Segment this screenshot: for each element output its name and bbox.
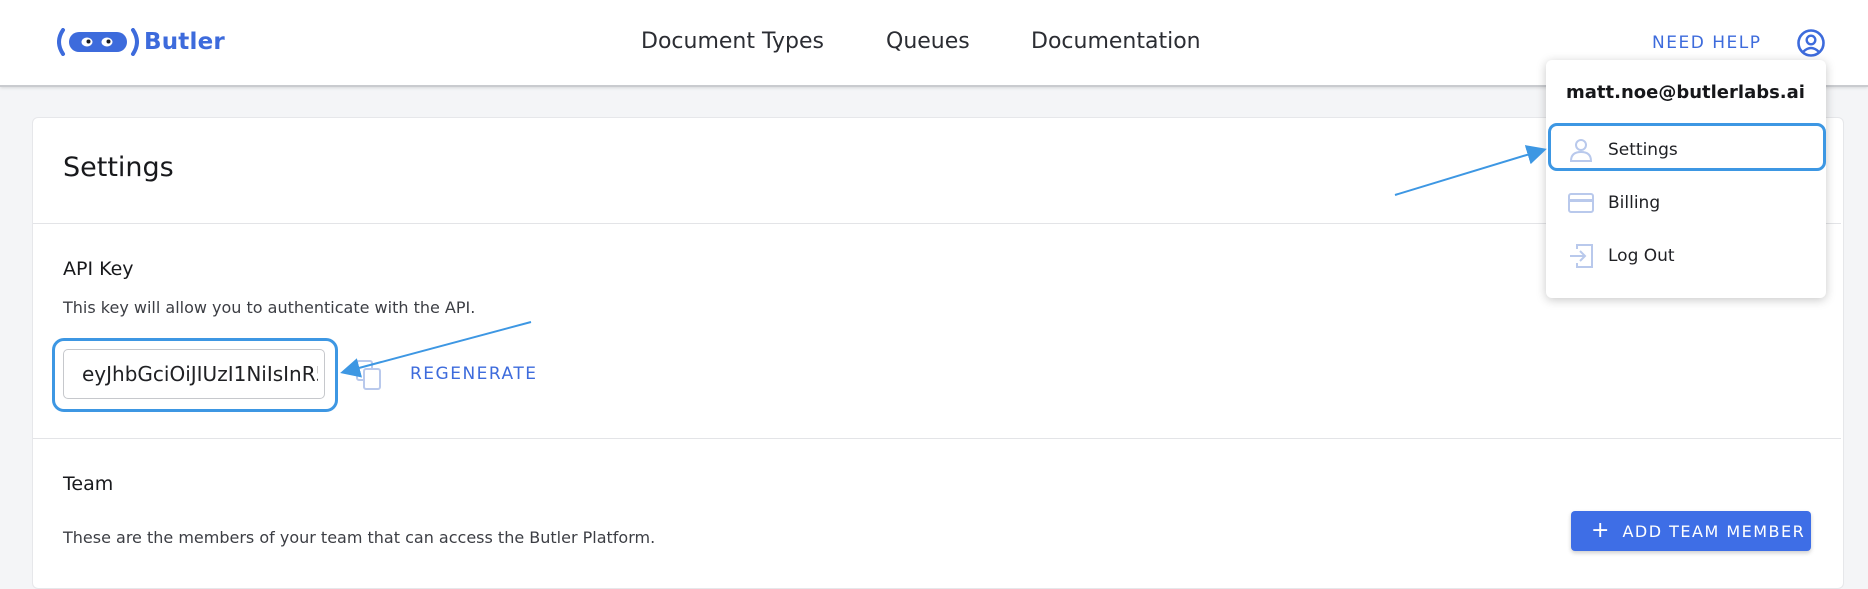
team-description: These are the members of your team that … — [63, 528, 656, 547]
credit-card-icon — [1568, 193, 1594, 213]
user-circle-icon[interactable] — [1796, 28, 1826, 58]
nav-documentation[interactable]: Documentation — [1031, 29, 1201, 54]
add-team-member-button[interactable]: + ADD TEAM MEMBER — [1571, 511, 1811, 551]
nav-queues[interactable]: Queues — [886, 29, 970, 54]
api-key-description: This key will allow you to authenticate … — [63, 298, 476, 317]
regenerate-button[interactable]: REGENERATE — [410, 364, 537, 384]
need-help-link[interactable]: NEED HELP — [1652, 33, 1761, 53]
account-email: matt.noe@butlerlabs.ai — [1566, 82, 1805, 103]
logout-icon — [1570, 244, 1593, 268]
menu-item-billing[interactable]: Billing — [1546, 177, 1826, 229]
butler-logo-icon — [57, 28, 139, 56]
account-dropdown-menu: matt.noe@butlerlabs.ai Settings Billing … — [1546, 60, 1826, 298]
team-heading: Team — [63, 473, 114, 495]
add-team-member-label: ADD TEAM MEMBER — [1622, 521, 1806, 541]
menu-item-log-out[interactable]: Log Out — [1546, 230, 1826, 282]
api-key-highlight — [52, 338, 338, 412]
butler-logo[interactable]: Butler — [57, 28, 225, 56]
settings-highlight — [1548, 123, 1826, 171]
page-title: Settings — [63, 152, 174, 183]
nav-document-types[interactable]: Document Types — [641, 29, 824, 54]
menu-item-label: Log Out — [1608, 246, 1675, 266]
copy-icon[interactable] — [356, 360, 382, 390]
api-key-heading: API Key — [63, 258, 134, 280]
brand-name: Butler — [144, 29, 225, 55]
menu-item-label: Billing — [1608, 193, 1661, 213]
section-divider — [33, 438, 1841, 439]
plus-icon: + — [1591, 518, 1610, 543]
